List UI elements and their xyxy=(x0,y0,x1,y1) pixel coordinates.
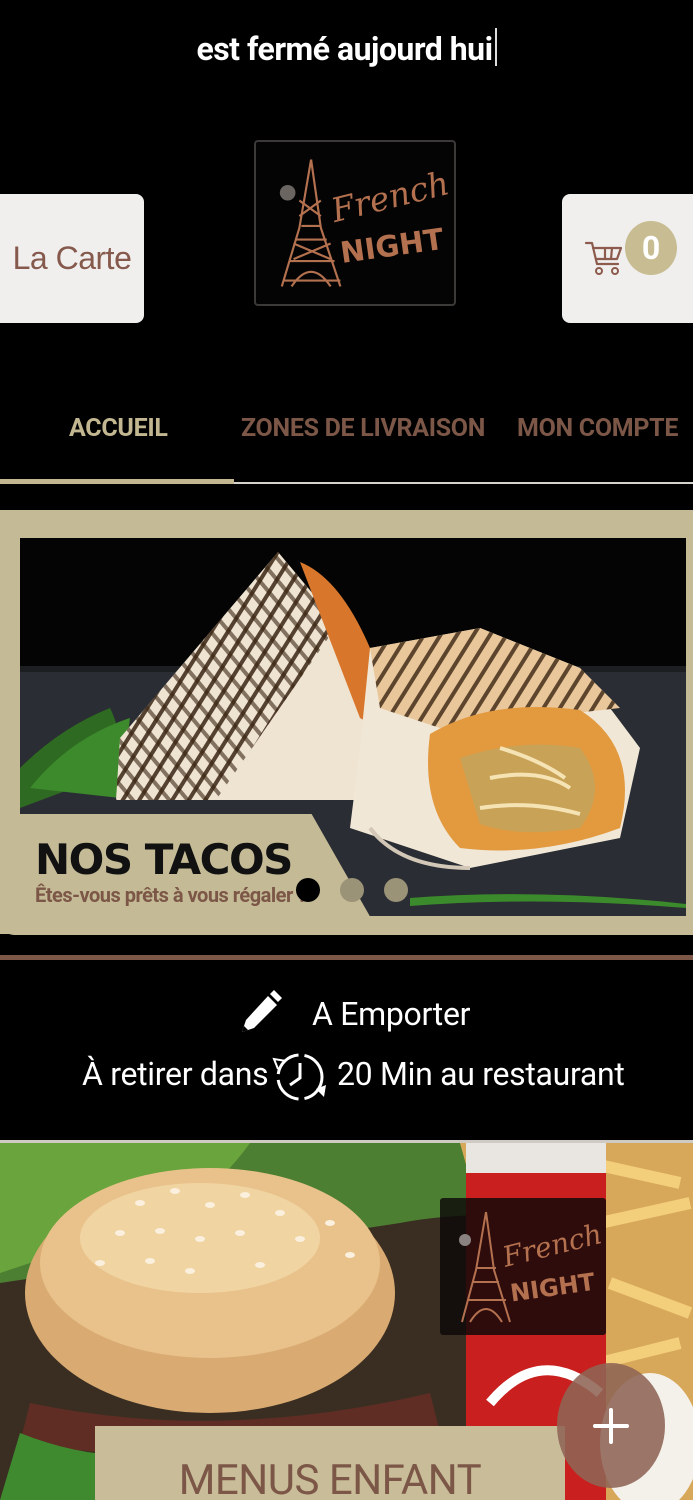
cart-icon xyxy=(584,241,623,275)
pickup-time-suffix: 20 Min au restaurant xyxy=(337,1055,625,1093)
order-mode-label: A Emporter xyxy=(312,995,471,1033)
category-label: MENUS ENFANT xyxy=(178,1456,482,1500)
slide-subtitle: Êtes-vous prêts à vous régaler ? xyxy=(35,883,307,907)
plus-icon xyxy=(593,1407,629,1444)
promo-slider[interactable]: NOS TACOS Êtes-vous prêts à vous régaler… xyxy=(0,510,693,935)
tab-accueil[interactable]: ACCUEIL xyxy=(69,414,168,443)
text-caret xyxy=(494,28,497,66)
slider-dot-1[interactable] xyxy=(296,878,320,902)
la-carte-button[interactable]: La Carte xyxy=(0,194,144,323)
logo-text-night: NIGHT xyxy=(338,222,446,270)
order-mode-row[interactable]: A Emporter xyxy=(0,990,693,1040)
tab-zones-de-livraison[interactable]: ZONES DE LIVRAISON xyxy=(241,414,485,443)
slider-dot-3[interactable] xyxy=(384,878,408,902)
eiffel-logo-icon: French NIGHT xyxy=(459,1211,605,1323)
main-tabs: ACCUEIL ZONES DE LIVRAISON MON COMPTE xyxy=(0,400,693,484)
slide-title: NOS TACOS xyxy=(35,835,293,884)
section-divider xyxy=(0,955,693,960)
category-label-box[interactable]: MENUS ENFANT xyxy=(95,1426,565,1500)
eiffel-logo-icon: French NIGHT xyxy=(279,159,453,288)
closed-notice: est fermé aujourd hui xyxy=(0,28,693,68)
category-logo-night: NIGHT xyxy=(508,1268,597,1308)
pickup-time-row: À retirer dans 20 Min au restaurant xyxy=(0,1045,693,1109)
closed-notice-text: est fermé aujourd hui xyxy=(196,30,493,68)
cart-count-badge: 0 xyxy=(625,221,677,275)
tab-mon-compte[interactable]: MON COMPTE xyxy=(517,414,678,443)
la-carte-label: La Carte xyxy=(12,240,132,276)
logo-text-french: French xyxy=(326,163,453,230)
restaurant-logo[interactable]: French NIGHT xyxy=(254,140,456,306)
pickup-time-prefix: À retirer dans xyxy=(82,1055,269,1093)
pencil-icon[interactable] xyxy=(238,990,282,1036)
add-fab-button[interactable] xyxy=(557,1363,665,1488)
category-logo: French NIGHT xyxy=(440,1198,606,1335)
clock-icon xyxy=(272,1053,326,1101)
category-logo-french: French xyxy=(498,1217,605,1274)
cart-button[interactable]: 0 xyxy=(562,194,693,323)
slider-dot-2[interactable] xyxy=(340,878,364,902)
tab-active-indicator xyxy=(0,479,234,484)
